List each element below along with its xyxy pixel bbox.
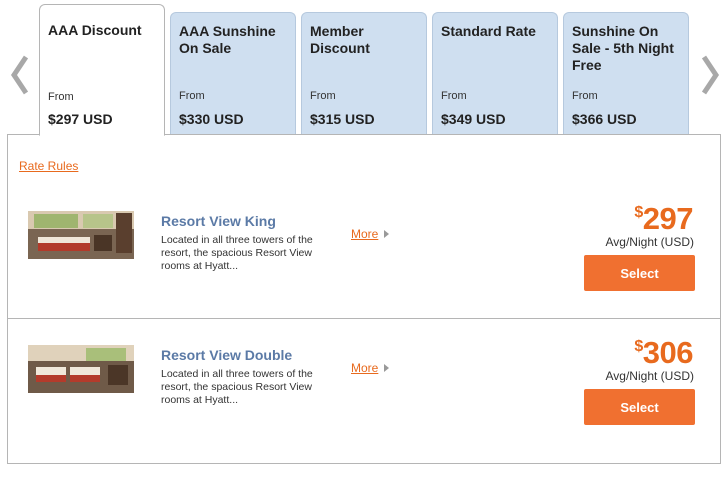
- tab-name: Standard Rate: [441, 23, 536, 39]
- tab-price: $315 USD: [310, 111, 375, 127]
- more-link[interactable]: More: [351, 227, 378, 241]
- tab-price: $366 USD: [572, 111, 637, 127]
- price-value: 297: [642, 201, 694, 236]
- more-arrow-icon: [384, 230, 389, 238]
- rate-tabs: AAA Discount From $297 USD AAA Sunshine …: [39, 0, 699, 136]
- rate-rules-link[interactable]: Rate Rules: [19, 159, 78, 173]
- tab-name: Member Discount: [310, 23, 370, 56]
- tab-price: $297 USD: [48, 111, 113, 127]
- avg-night-label: Avg/Night (USD): [605, 235, 694, 249]
- chevron-right-icon: [701, 55, 720, 95]
- price-value: 306: [642, 335, 694, 370]
- room-resort-view-king: Resort View King Located in all three to…: [8, 201, 720, 344]
- prev-rates-button[interactable]: [4, 50, 34, 100]
- tab-from-label: From: [441, 90, 467, 102]
- more-link[interactable]: More: [351, 361, 378, 375]
- room-photo[interactable]: [28, 211, 134, 259]
- tab-standard-rate[interactable]: Standard Rate From $349 USD: [432, 12, 558, 134]
- tab-from-label: From: [179, 90, 205, 102]
- currency-symbol: $: [634, 338, 643, 355]
- next-rates-button[interactable]: [696, 50, 726, 100]
- select-button[interactable]: Select: [584, 255, 695, 291]
- tab-price: $330 USD: [179, 111, 244, 127]
- room-divider: [8, 318, 720, 319]
- tab-from-label: From: [572, 90, 598, 102]
- tab-from-label: From: [48, 91, 74, 103]
- avg-night-label: Avg/Night (USD): [605, 369, 694, 383]
- room-photo[interactable]: [28, 345, 134, 393]
- tab-from-label: From: [310, 90, 336, 102]
- room-description: Located in all three towers of the resor…: [161, 368, 313, 406]
- tab-name: AAA Discount: [48, 22, 142, 38]
- select-button[interactable]: Select: [584, 389, 695, 425]
- room-title[interactable]: Resort View Double: [161, 347, 292, 363]
- room-price: $306: [634, 335, 693, 371]
- room-title[interactable]: Resort View King: [161, 213, 276, 229]
- room-resort-view-double: Resort View Double Located in all three …: [8, 335, 720, 478]
- more-arrow-icon: [384, 364, 389, 372]
- chevron-left-icon: [10, 55, 29, 95]
- tab-name: Sunshine On Sale - 5th Night Free: [572, 23, 674, 73]
- tab-price: $349 USD: [441, 111, 506, 127]
- tab-aaa-sunshine-on-sale[interactable]: AAA Sunshine On Sale From $330 USD: [170, 12, 296, 134]
- tab-sunshine-5th-night-free[interactable]: Sunshine On Sale - 5th Night Free From $…: [563, 12, 689, 134]
- room-price: $297: [634, 201, 693, 237]
- rates-panel: Rate Rules Resort View King Located in a…: [7, 134, 721, 464]
- tab-name: AAA Sunshine On Sale: [179, 23, 276, 56]
- currency-symbol: $: [634, 204, 643, 221]
- room-description: Located in all three towers of the resor…: [161, 234, 313, 272]
- tab-member-discount[interactable]: Member Discount From $315 USD: [301, 12, 427, 134]
- tab-aaa-discount[interactable]: AAA Discount From $297 USD: [39, 4, 165, 136]
